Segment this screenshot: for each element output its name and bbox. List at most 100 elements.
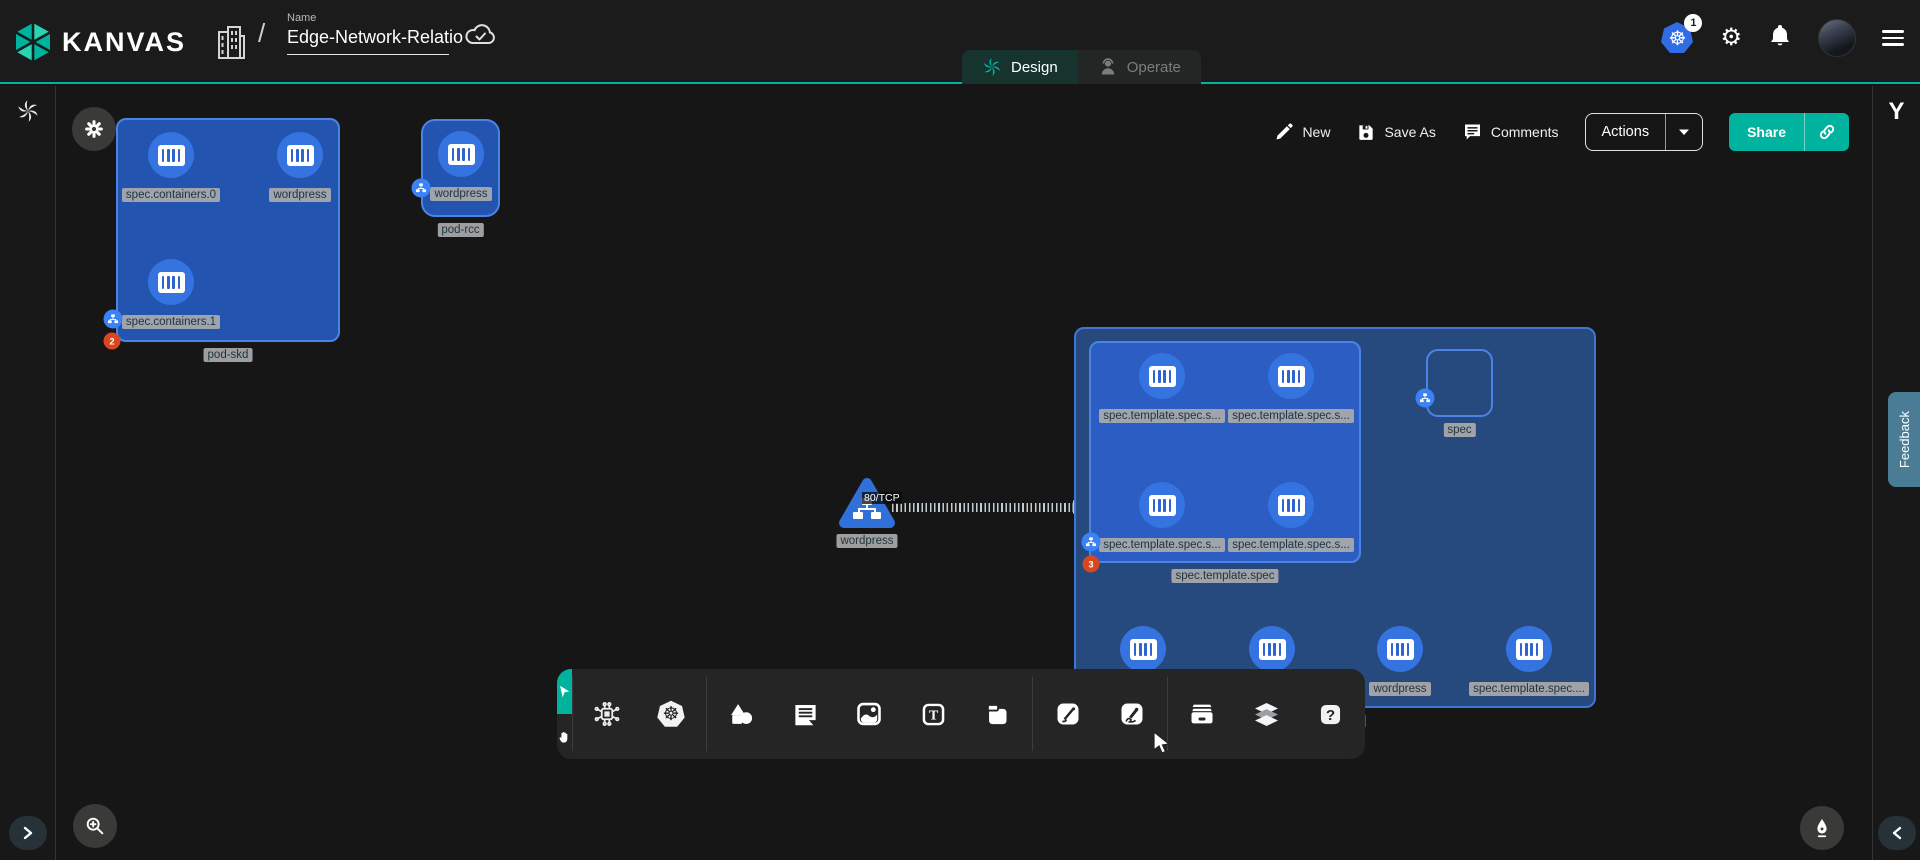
comments-icon bbox=[1462, 122, 1483, 142]
node-spec[interactable]: spec bbox=[1426, 349, 1493, 417]
actions-split-button[interactable]: Actions bbox=[1585, 113, 1704, 151]
kanvas-logo-icon bbox=[14, 22, 52, 62]
node-template-container[interactable]: spec.template.spec.s... bbox=[1087, 353, 1237, 423]
expand-left-panel-button[interactable] bbox=[9, 816, 47, 850]
node-template-container[interactable]: spec.template.spec.s... bbox=[1216, 482, 1366, 552]
copy-link-button[interactable] bbox=[1804, 113, 1849, 151]
user-avatar[interactable] bbox=[1818, 19, 1856, 57]
pen-nib-icon bbox=[1811, 817, 1833, 839]
notifications-bell-icon[interactable] bbox=[1768, 23, 1792, 54]
comments-button[interactable]: Comments bbox=[1462, 122, 1559, 142]
container-icon bbox=[1268, 353, 1314, 399]
save-as-button[interactable]: Save As bbox=[1356, 122, 1435, 142]
chevron-right-icon bbox=[22, 826, 34, 840]
help-icon: ? bbox=[1317, 701, 1344, 728]
tab-design-label: Design bbox=[1011, 59, 1058, 76]
edge-pen-icon bbox=[1054, 700, 1082, 728]
node-spec-containers-0[interactable]: spec.containers.0 bbox=[96, 132, 246, 202]
share-split-button[interactable]: Share bbox=[1729, 113, 1849, 151]
group-pod-skd[interactable]: spec.containers.0 wordpress spec.contain… bbox=[116, 118, 340, 342]
kubernetes-count-badge: 1 bbox=[1684, 14, 1702, 32]
tool-layers[interactable] bbox=[1247, 695, 1285, 733]
actions-dropdown-caret[interactable] bbox=[1665, 114, 1702, 150]
node-label: spec.template.spec.s... bbox=[1099, 538, 1225, 552]
issue-count-badge[interactable]: 2 bbox=[104, 333, 121, 350]
settings-gear-icon[interactable]: ⚙ bbox=[1720, 26, 1742, 50]
node-template-container[interactable]: spec.template.spec.s... bbox=[1087, 482, 1237, 552]
service-label: wordpress bbox=[836, 534, 897, 548]
tool-help[interactable]: ? bbox=[1311, 695, 1349, 733]
node-label: wordpress bbox=[269, 188, 330, 202]
right-rail: Y Feedback bbox=[1872, 86, 1920, 860]
dock-handle-icon[interactable]: Y bbox=[1873, 98, 1920, 126]
tool-freehand-pen[interactable] bbox=[1113, 695, 1151, 733]
tool-drawer[interactable] bbox=[1183, 695, 1221, 733]
helm-wheel-glyph: ☸ bbox=[662, 703, 679, 726]
caret-down-icon bbox=[1678, 128, 1690, 136]
node-label: spec.template.spec.... bbox=[1469, 682, 1589, 696]
floppy-icon bbox=[1356, 122, 1376, 142]
cloud-saved-icon bbox=[464, 22, 498, 53]
edge-port-label: 80/TCP bbox=[862, 492, 902, 504]
node-template-container[interactable]: spec.template.spec.s... bbox=[1216, 353, 1366, 423]
network-badge-icon[interactable] bbox=[1416, 389, 1435, 408]
group-label-spec-template-spec: spec.template.spec bbox=[1171, 569, 1278, 583]
kanvas-logo[interactable]: KANVAS bbox=[14, 22, 186, 62]
group-label-pod-skd: pod-skd bbox=[204, 348, 253, 362]
shapes-icon bbox=[727, 700, 755, 728]
organization-icon[interactable] bbox=[216, 24, 246, 65]
group-deployment-wordpress[interactable]: spec.template.spec.s... spec.template.sp… bbox=[1074, 327, 1596, 708]
network-badge-icon[interactable] bbox=[104, 310, 123, 329]
node-label: spec.containers.0 bbox=[122, 188, 220, 202]
issue-count-badge[interactable]: 3 bbox=[1083, 556, 1100, 573]
tool-component[interactable] bbox=[588, 695, 626, 733]
node-wordpress-container[interactable]: wordpress bbox=[386, 131, 536, 201]
share-label[interactable]: Share bbox=[1729, 113, 1804, 151]
feedback-tab[interactable]: Feedback bbox=[1888, 392, 1920, 487]
name-field-value[interactable]: Edge-Network-Relatio bbox=[287, 27, 449, 55]
network-badge-icon[interactable] bbox=[412, 179, 431, 198]
container-icon bbox=[148, 132, 194, 178]
node-deployment-container[interactable]: spec.template.spec.... bbox=[1454, 626, 1604, 696]
tool-comment[interactable] bbox=[786, 695, 824, 733]
hamburger-menu-icon[interactable] bbox=[1882, 30, 1904, 46]
container-icon bbox=[438, 131, 484, 177]
breadcrumb-separator: / bbox=[258, 18, 265, 49]
actions-label[interactable]: Actions bbox=[1586, 114, 1666, 150]
node-label: spec.template.spec.s... bbox=[1228, 409, 1354, 423]
tab-design[interactable]: Design bbox=[962, 50, 1078, 84]
group-label-pod-rcc: pod-rcc bbox=[437, 223, 483, 237]
design-action-bar: New Save As Comments Actions Share bbox=[1274, 113, 1849, 151]
group-spec-template-spec[interactable]: spec.template.spec.s... spec.template.sp… bbox=[1089, 341, 1361, 563]
network-badge-icon[interactable] bbox=[1082, 533, 1101, 552]
group-pod-rcc[interactable]: wordpress pod-rcc bbox=[421, 119, 500, 217]
node-wordpress-container[interactable]: wordpress bbox=[225, 132, 375, 202]
tool-image[interactable] bbox=[850, 695, 888, 733]
new-button[interactable]: New bbox=[1274, 122, 1330, 142]
hand-icon bbox=[557, 725, 572, 749]
collapse-right-panel-button[interactable] bbox=[1878, 816, 1916, 850]
design-name-field[interactable]: Name Edge-Network-Relatio bbox=[287, 12, 449, 55]
tool-note[interactable] bbox=[978, 695, 1016, 733]
tool-shapes[interactable] bbox=[722, 695, 760, 733]
zoom-button[interactable] bbox=[73, 804, 117, 848]
group-settings-button[interactable] bbox=[72, 107, 116, 151]
comment-icon bbox=[792, 701, 819, 728]
tool-kubernetes[interactable]: ☸ bbox=[652, 695, 690, 733]
tab-operate[interactable]: Operate bbox=[1078, 50, 1201, 84]
pencil-icon bbox=[1274, 122, 1294, 142]
svg-text:?: ? bbox=[1325, 707, 1334, 724]
ink-pen-button[interactable] bbox=[1800, 806, 1844, 850]
image-icon bbox=[855, 700, 883, 728]
magnifier-plus-icon bbox=[84, 815, 106, 837]
operate-person-icon bbox=[1098, 57, 1118, 77]
meshery-spiral-icon[interactable] bbox=[0, 99, 55, 123]
node-label: wordpress bbox=[1369, 682, 1430, 696]
tool-edge-pen[interactable] bbox=[1049, 695, 1087, 733]
kubernetes-context-button[interactable]: ☸ 1 bbox=[1660, 21, 1694, 55]
tool-text[interactable]: T bbox=[914, 695, 952, 733]
tool-select[interactable] bbox=[557, 669, 572, 714]
bottom-toolbar: ☸ T bbox=[557, 669, 1365, 759]
tool-pan[interactable] bbox=[557, 714, 572, 759]
service-edge[interactable] bbox=[892, 503, 1074, 512]
